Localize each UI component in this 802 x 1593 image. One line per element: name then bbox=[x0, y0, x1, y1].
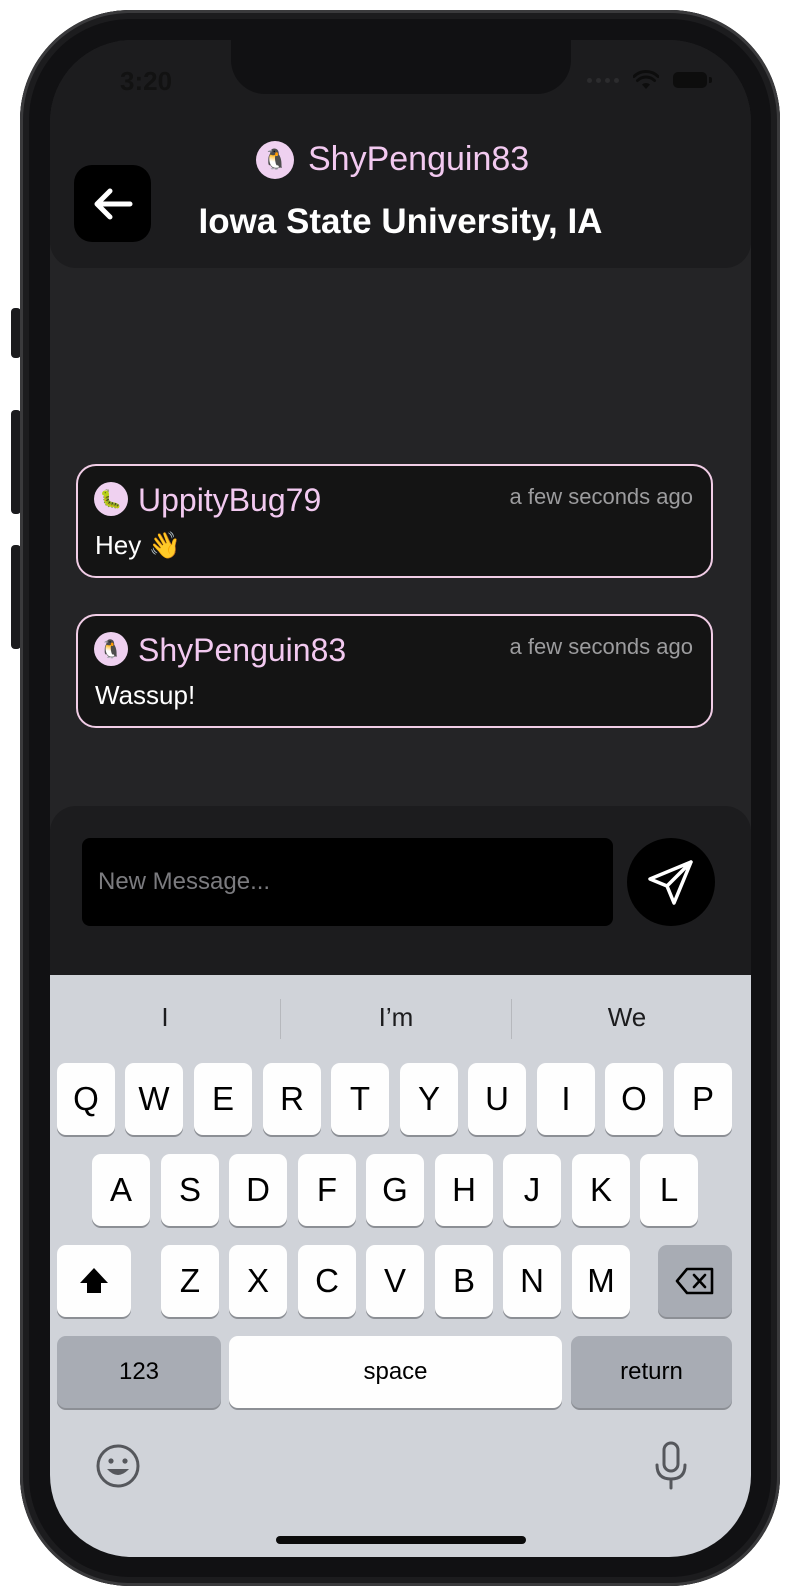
key-q[interactable]: Q bbox=[57, 1063, 115, 1135]
key-n[interactable]: N bbox=[503, 1245, 561, 1317]
backspace-icon bbox=[675, 1267, 714, 1295]
key-i[interactable]: I bbox=[537, 1063, 595, 1135]
key-y[interactable]: Y bbox=[400, 1063, 458, 1135]
penguin-avatar-icon: 🐧 bbox=[262, 148, 288, 171]
space-key[interactable]: space bbox=[229, 1336, 562, 1408]
key-e[interactable]: E bbox=[194, 1063, 252, 1135]
message-username: ShyPenguin83 bbox=[138, 632, 347, 668]
emoji-button[interactable] bbox=[94, 1442, 142, 1490]
paper-plane-icon bbox=[648, 860, 693, 905]
keyboard: I I’m We Q W E R T Y U I O P A S D F G H… bbox=[50, 975, 751, 1557]
key-p[interactable]: P bbox=[674, 1063, 732, 1135]
home-indicator[interactable] bbox=[276, 1536, 526, 1544]
status-time: 3:20 bbox=[120, 66, 173, 96]
dictation-button[interactable] bbox=[650, 1441, 692, 1491]
key-d[interactable]: D bbox=[229, 1154, 287, 1226]
cellular-signal-icon bbox=[587, 77, 619, 83]
screen: 🐧 ShyPenguin83 Iowa State University, IA… bbox=[50, 40, 751, 1557]
bug-avatar-icon: 🐛 bbox=[99, 489, 123, 509]
key-j[interactable]: J bbox=[503, 1154, 561, 1226]
key-a[interactable]: A bbox=[92, 1154, 150, 1226]
message-bubble: 🐧 ShyPenguin83 a few seconds ago Wassup! bbox=[76, 614, 713, 728]
shift-key[interactable] bbox=[57, 1245, 131, 1317]
microphone-icon bbox=[655, 1441, 687, 1490]
key-o[interactable]: O bbox=[605, 1063, 663, 1135]
penguin-avatar-icon: 🐧 bbox=[99, 639, 123, 659]
key-l[interactable]: L bbox=[640, 1154, 698, 1226]
key-x[interactable]: X bbox=[229, 1245, 287, 1317]
avatar: 🐧 bbox=[256, 140, 294, 179]
key-s[interactable]: S bbox=[161, 1154, 219, 1226]
key-m[interactable]: M bbox=[572, 1245, 630, 1317]
status-icons bbox=[587, 70, 712, 90]
key-t[interactable]: T bbox=[331, 1063, 389, 1135]
header-username: ShyPenguin83 bbox=[308, 140, 530, 178]
send-button[interactable] bbox=[627, 838, 715, 926]
key-f[interactable]: F bbox=[298, 1154, 356, 1226]
key-u[interactable]: U bbox=[468, 1063, 526, 1135]
shift-icon bbox=[80, 1268, 108, 1293]
key-w[interactable]: W bbox=[125, 1063, 183, 1135]
message-timestamp: a few seconds ago bbox=[509, 634, 693, 659]
avatar: 🐧 bbox=[94, 632, 128, 666]
message-input[interactable] bbox=[82, 838, 613, 926]
header-user: 🐧 ShyPenguin83 bbox=[256, 140, 529, 179]
key-g[interactable]: G bbox=[366, 1154, 424, 1226]
suggestion-item[interactable]: I bbox=[50, 995, 280, 1039]
message-username: UppityBug79 bbox=[138, 482, 322, 518]
key-b[interactable]: B bbox=[435, 1245, 493, 1317]
key-k[interactable]: K bbox=[572, 1154, 630, 1226]
message-bubble: 🐛 UppityBug79 a few seconds ago Hey 👋 bbox=[76, 464, 713, 578]
page-title: Iowa State University, IA bbox=[198, 202, 603, 241]
message-timestamp: a few seconds ago bbox=[509, 484, 693, 509]
message-text: Wassup! bbox=[95, 680, 196, 710]
key-c[interactable]: C bbox=[298, 1245, 356, 1317]
wifi-icon bbox=[633, 70, 659, 89]
avatar: 🐛 bbox=[94, 482, 128, 516]
key-r[interactable]: R bbox=[263, 1063, 321, 1135]
suggestion-item[interactable]: We bbox=[512, 995, 742, 1039]
message-text: Hey 👋 bbox=[95, 530, 181, 560]
notch bbox=[231, 40, 571, 94]
key-h[interactable]: H bbox=[435, 1154, 493, 1226]
battery-icon bbox=[673, 72, 712, 88]
backspace-key[interactable] bbox=[658, 1245, 732, 1317]
key-v[interactable]: V bbox=[366, 1245, 424, 1317]
suggestion-item[interactable]: I’m bbox=[281, 995, 511, 1039]
return-key[interactable]: return bbox=[571, 1336, 732, 1408]
numbers-key[interactable]: 123 bbox=[57, 1336, 221, 1408]
key-z[interactable]: Z bbox=[161, 1245, 219, 1317]
emoji-icon bbox=[96, 1444, 140, 1488]
predictive-bar: I I’m We bbox=[50, 995, 751, 1057]
